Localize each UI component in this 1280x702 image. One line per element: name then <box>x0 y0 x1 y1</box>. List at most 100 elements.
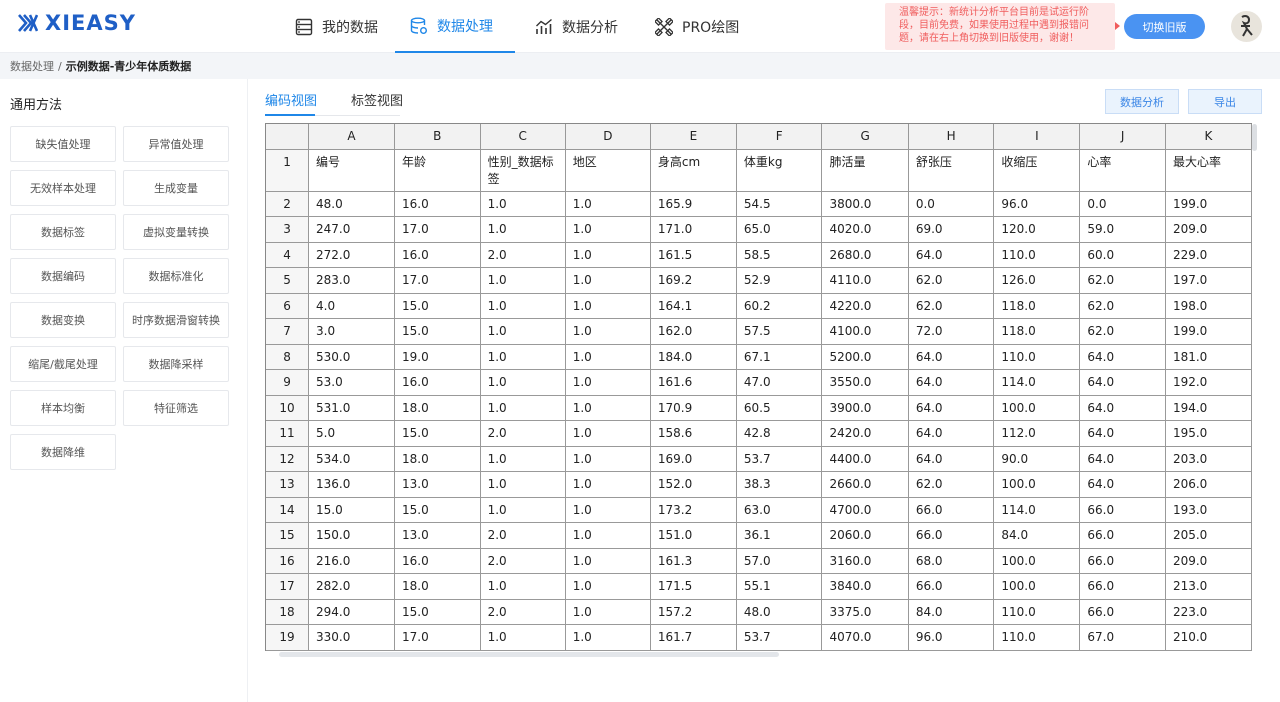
data-cell[interactable]: 294.0 <box>308 599 395 625</box>
data-cell[interactable]: 3800.0 <box>821 191 909 217</box>
method-button[interactable]: 生成变量 <box>123 170 229 206</box>
data-cell[interactable]: 47.0 <box>736 369 823 396</box>
data-cell[interactable]: 199.0 <box>1165 318 1252 345</box>
data-cell[interactable]: 15.0 <box>394 318 481 345</box>
avatar[interactable] <box>1231 11 1262 42</box>
row-number[interactable]: 11 <box>266 420 310 447</box>
data-cell[interactable]: 15.0 <box>394 293 481 319</box>
tab-code-view[interactable]: 编码视图 <box>265 90 317 116</box>
data-cell[interactable]: 110.0 <box>993 242 1081 268</box>
data-cell[interactable]: 5200.0 <box>821 344 909 370</box>
data-cell[interactable]: 84.0 <box>908 599 995 625</box>
row-number[interactable]: 5 <box>266 267 310 294</box>
data-cell[interactable]: 72.0 <box>908 318 995 345</box>
data-cell[interactable]: 1.0 <box>565 573 651 600</box>
method-button[interactable]: 特征筛选 <box>123 390 229 426</box>
export-button[interactable]: 导出 <box>1188 89 1262 114</box>
data-cell[interactable]: 66.0 <box>908 522 995 549</box>
data-cell[interactable]: 100.0 <box>993 471 1081 498</box>
data-cell[interactable]: 330.0 <box>308 624 395 651</box>
data-cell[interactable]: 4700.0 <box>821 497 909 523</box>
data-cell[interactable]: 4020.0 <box>821 216 909 243</box>
data-cell[interactable]: 2420.0 <box>821 420 909 447</box>
data-cell[interactable]: 13.0 <box>394 522 481 549</box>
data-cell[interactable]: 157.2 <box>650 599 737 625</box>
data-cell[interactable]: 3550.0 <box>821 369 909 396</box>
field-name-cell[interactable]: 收缩压 <box>993 149 1081 192</box>
data-cell[interactable]: 136.0 <box>308 471 395 498</box>
data-cell[interactable]: 4220.0 <box>821 293 909 319</box>
data-cell[interactable]: 282.0 <box>308 573 395 600</box>
data-cell[interactable]: 15.0 <box>394 599 481 625</box>
data-cell[interactable]: 5.0 <box>308 420 395 447</box>
data-cell[interactable]: 184.0 <box>650 344 737 370</box>
data-cell[interactable]: 64.0 <box>1079 344 1166 370</box>
data-cell[interactable]: 1.0 <box>480 573 566 600</box>
data-cell[interactable]: 4100.0 <box>821 318 909 345</box>
data-cell[interactable]: 48.0 <box>308 191 395 217</box>
column-letter[interactable]: G <box>821 124 909 150</box>
data-cell[interactable]: 1.0 <box>480 395 566 421</box>
row-number[interactable]: 4 <box>266 242 310 268</box>
data-cell[interactable]: 64.0 <box>908 420 995 447</box>
data-cell[interactable]: 1.0 <box>565 344 651 370</box>
tab-label-view[interactable]: 标签视图 <box>351 90 403 116</box>
method-button[interactable]: 数据降维 <box>10 434 116 470</box>
data-cell[interactable]: 110.0 <box>993 599 1081 625</box>
data-cell[interactable]: 3160.0 <box>821 548 909 574</box>
row-number[interactable]: 9 <box>266 369 310 396</box>
data-cell[interactable]: 1.0 <box>565 548 651 574</box>
field-name-cell[interactable]: 编号 <box>308 149 395 192</box>
data-cell[interactable]: 192.0 <box>1165 369 1252 396</box>
data-cell[interactable]: 3840.0 <box>821 573 909 600</box>
data-cell[interactable]: 18.0 <box>394 395 481 421</box>
data-cell[interactable]: 181.0 <box>1165 344 1252 370</box>
data-cell[interactable]: 53.7 <box>736 446 823 472</box>
data-cell[interactable]: 152.0 <box>650 471 737 498</box>
row-number[interactable]: 13 <box>266 471 310 498</box>
column-letter[interactable]: I <box>993 124 1081 150</box>
data-cell[interactable]: 118.0 <box>993 293 1081 319</box>
data-cell[interactable]: 64.0 <box>1079 446 1166 472</box>
method-button[interactable]: 样本均衡 <box>10 390 116 426</box>
data-cell[interactable]: 62.0 <box>908 293 995 319</box>
vertical-scrollbar[interactable] <box>1252 124 1257 151</box>
data-cell[interactable]: 1.0 <box>565 599 651 625</box>
row-number[interactable]: 6 <box>266 293 310 319</box>
data-cell[interactable]: 165.9 <box>650 191 737 217</box>
grid-corner[interactable] <box>266 124 310 150</box>
column-letter[interactable]: K <box>1165 124 1252 150</box>
data-cell[interactable]: 16.0 <box>394 191 481 217</box>
data-cell[interactable]: 229.0 <box>1165 242 1252 268</box>
data-cell[interactable]: 1.0 <box>480 267 566 294</box>
data-cell[interactable]: 52.9 <box>736 267 823 294</box>
data-grid[interactable]: A B C D E F G H I J K 1 编号 年龄 性别_数据标签 地区 身高cm 体重kg 肺活量 舒张压收… <box>265 123 1252 651</box>
app-logo[interactable]: XIEASY <box>18 11 136 35</box>
data-cell[interactable]: 42.8 <box>736 420 823 447</box>
data-cell[interactable]: 4400.0 <box>821 446 909 472</box>
data-cell[interactable]: 173.2 <box>650 497 737 523</box>
data-cell[interactable]: 161.5 <box>650 242 737 268</box>
data-cell[interactable]: 16.0 <box>394 548 481 574</box>
data-cell[interactable]: 1.0 <box>565 293 651 319</box>
nav-data-analysis[interactable]: 数据分析 <box>520 0 632 53</box>
data-cell[interactable]: 1.0 <box>565 522 651 549</box>
field-name-cell[interactable]: 体重kg <box>736 149 823 192</box>
data-cell[interactable]: 16.0 <box>394 242 481 268</box>
data-cell[interactable]: 64.0 <box>1079 395 1166 421</box>
data-cell[interactable]: 36.1 <box>736 522 823 549</box>
data-cell[interactable]: 3900.0 <box>821 395 909 421</box>
data-cell[interactable]: 66.0 <box>1079 497 1166 523</box>
data-cell[interactable]: 17.0 <box>394 624 481 651</box>
row-number[interactable]: 19 <box>266 624 310 651</box>
data-cell[interactable]: 1.0 <box>565 318 651 345</box>
data-cell[interactable]: 150.0 <box>308 522 395 549</box>
method-button[interactable]: 虚拟变量转换 <box>123 214 229 250</box>
data-cell[interactable]: 64.0 <box>908 344 995 370</box>
column-letter[interactable]: E <box>650 124 737 150</box>
data-cell[interactable]: 67.0 <box>1079 624 1166 651</box>
data-cell[interactable]: 158.6 <box>650 420 737 447</box>
data-cell[interactable]: 2680.0 <box>821 242 909 268</box>
data-cell[interactable]: 18.0 <box>394 446 481 472</box>
data-cell[interactable]: 209.0 <box>1165 216 1252 243</box>
